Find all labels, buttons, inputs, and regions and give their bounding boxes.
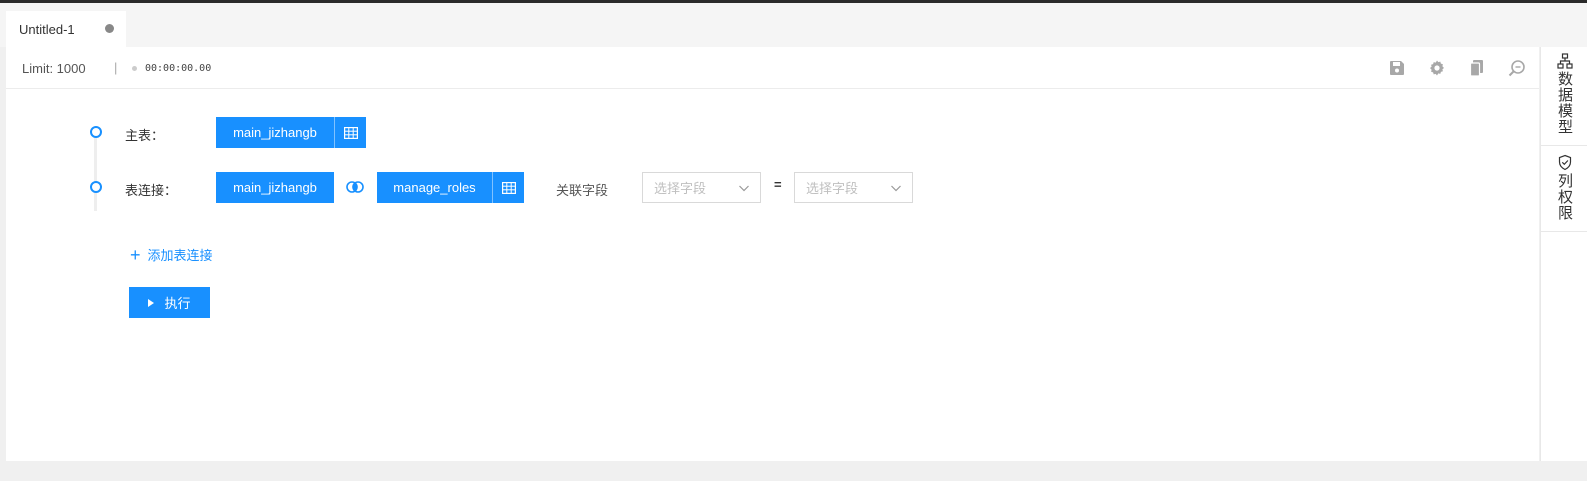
main-table-label: 主表： <box>125 128 165 143</box>
limit-label[interactable]: Limit: 1000 <box>22 61 86 76</box>
side-tab-label: 列权限 <box>1556 173 1573 221</box>
add-join-label: 添加表连接 <box>147 248 213 263</box>
main-table-name: main_jizhangb <box>233 125 317 140</box>
join-left-table-button[interactable]: main_jizhangb <box>216 172 334 203</box>
table-grid-icon[interactable] <box>492 172 524 203</box>
join-field-label: 关联字段 <box>556 183 609 198</box>
status-dot-icon <box>132 66 137 71</box>
right-side-panel: 数据模型 列权限 <box>1540 47 1587 461</box>
chevron-down-icon <box>739 185 749 192</box>
hierarchy-icon <box>1556 53 1573 69</box>
toolbar-separator: | <box>114 60 118 75</box>
side-divider <box>1541 231 1587 232</box>
elapsed-time: 00:00:00.00 <box>145 63 212 74</box>
side-divider <box>1541 145 1587 146</box>
timeline-line <box>94 137 97 211</box>
zoom-icon[interactable] <box>1507 58 1527 78</box>
tab-label: Untitled-1 <box>19 21 75 37</box>
shield-check-icon <box>1558 154 1571 171</box>
join-right-table-button[interactable]: manage_roles <box>377 172 524 203</box>
select-placeholder: 选择字段 <box>806 181 859 196</box>
run-button[interactable]: 执行 <box>129 287 210 318</box>
side-tab-label: 数据模型 <box>1556 71 1573 135</box>
side-tab-data-model[interactable]: 数据模型 <box>1541 53 1587 135</box>
tab-bar: Untitled-1 <box>0 3 1587 47</box>
table-grid-icon[interactable] <box>334 117 366 148</box>
equals-sign: = <box>774 177 782 192</box>
add-join-button[interactable]: + 添加表连接 <box>130 245 213 264</box>
editor-panel: Limit: 1000 | 00:00:00.00 主表： main_jizha… <box>6 47 1539 461</box>
play-icon <box>148 298 155 307</box>
run-label: 执行 <box>164 296 191 311</box>
gear-icon[interactable] <box>1427 58 1447 78</box>
toolbar-actions <box>1387 58 1527 78</box>
plus-icon: + <box>130 244 141 265</box>
main-table-button[interactable]: main_jizhangb <box>216 117 366 148</box>
query-toolbar: Limit: 1000 | 00:00:00.00 <box>6 47 1539 89</box>
join-field-left-select[interactable]: 选择字段 <box>642 172 761 203</box>
select-placeholder: 选择字段 <box>654 181 707 196</box>
join-field-right-select[interactable]: 选择字段 <box>794 172 913 203</box>
inner-join-icon[interactable] <box>346 181 364 193</box>
join-label: 表连接： <box>125 183 178 198</box>
tab-untitled[interactable]: Untitled-1 <box>6 11 126 47</box>
timeline-node-main <box>90 126 102 138</box>
timeline-node-join <box>90 181 102 193</box>
copy-icon[interactable] <box>1467 58 1487 78</box>
chevron-down-icon <box>891 185 901 192</box>
side-tab-column-permission[interactable]: 列权限 <box>1541 154 1587 221</box>
join-right-table-name: manage_roles <box>393 180 476 195</box>
save-icon[interactable] <box>1387 58 1407 78</box>
unsaved-dot-icon[interactable] <box>105 24 114 33</box>
